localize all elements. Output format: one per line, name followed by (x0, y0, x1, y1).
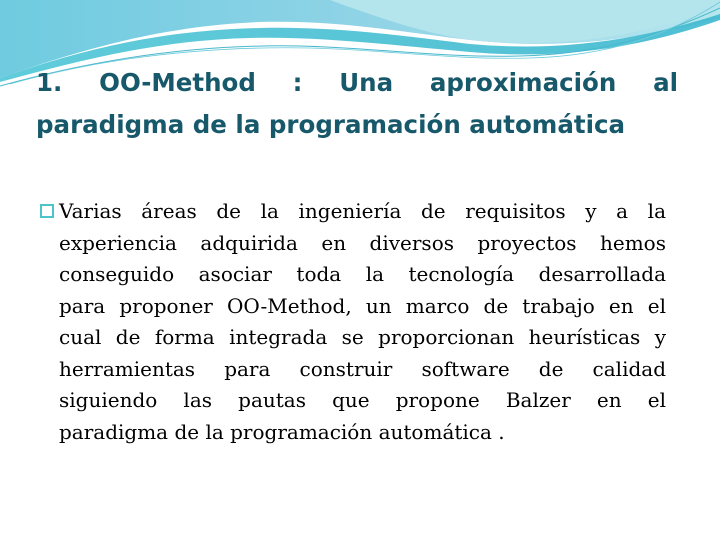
bullet-paragraph: Varias áreas de la ingeniería de requisi… (40, 196, 666, 448)
bullet-line: herramientas para construir software de … (59, 356, 666, 381)
slide-title-line-1: 1. OO-Method : Una aproximación al (36, 68, 678, 97)
bullet-line: cual de forma integrada se proporcionan … (59, 325, 666, 349)
slide-title: 1. OO-Method : Una aproximación al parad… (36, 62, 678, 146)
bullet-line: conseguido asociar toda la tecnología de… (59, 262, 666, 286)
bullet-line: paradigma de la programación automática … (59, 419, 505, 444)
hollow-square-bullet-icon (40, 204, 54, 218)
slide-title-line-2: paradigma de la programación automática (36, 110, 626, 139)
bullet-line: Varias áreas de la ingeniería de requisi… (59, 199, 666, 223)
bullet-line: experiencia adquirida en diversos proyec… (59, 230, 666, 255)
bullet-line: siguiendo las pautas que propone Balzer … (59, 388, 666, 412)
bullet-line: para proponer OO-Method, un marco de tra… (59, 293, 666, 318)
slide-body: Varias áreas de la ingeniería de requisi… (40, 196, 666, 448)
bullet-text: Varias áreas de la ingeniería de requisi… (59, 196, 666, 448)
